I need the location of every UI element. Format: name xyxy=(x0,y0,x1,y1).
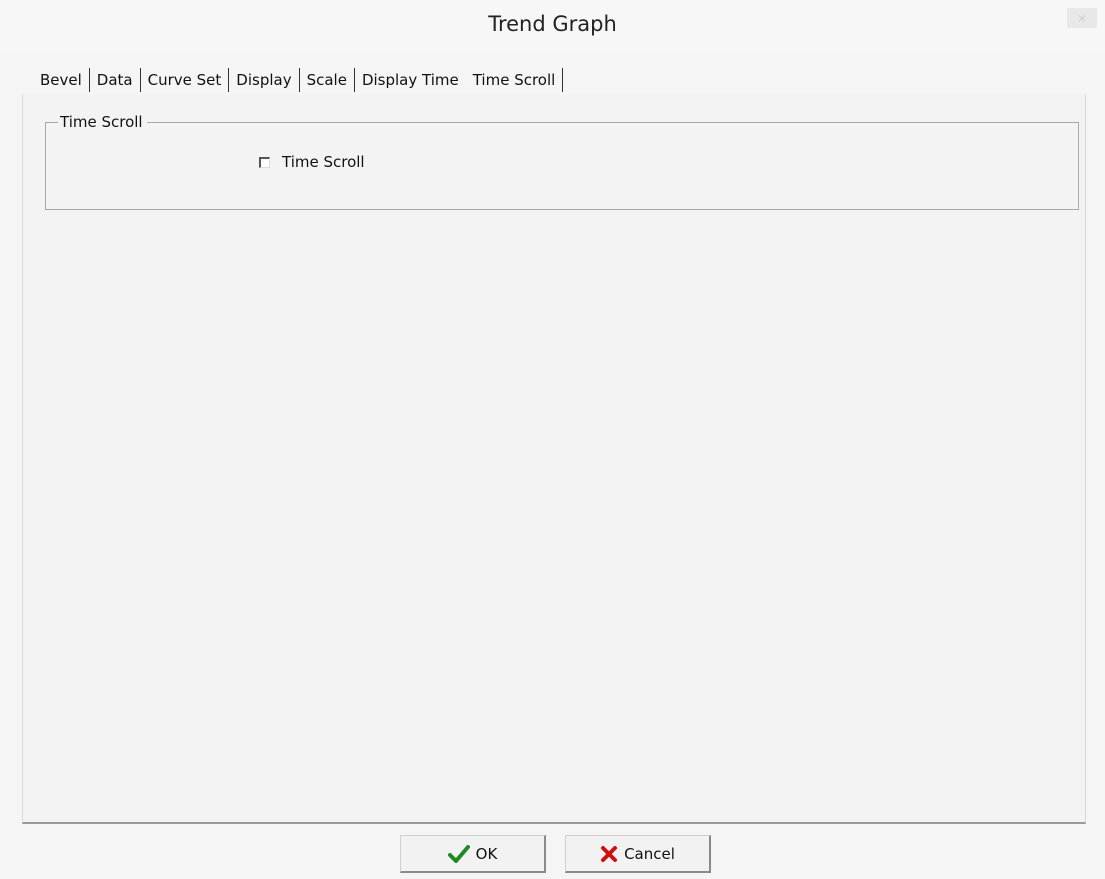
window-title: Trend Graph xyxy=(488,12,617,36)
tab-divider xyxy=(139,68,141,92)
groupbox-title: Time Scroll xyxy=(58,113,147,131)
x-icon xyxy=(601,845,618,862)
tab-curve-set[interactable]: Curve Set xyxy=(142,69,228,91)
trend-graph-dialog: Trend Graph × Bevel Data Curve Set Displ… xyxy=(0,0,1105,879)
tab-display[interactable]: Display xyxy=(230,69,297,91)
ok-button[interactable]: OK xyxy=(400,835,546,873)
tab-scale[interactable]: Scale xyxy=(301,69,353,91)
cancel-button[interactable]: Cancel xyxy=(565,835,711,873)
tab-divider xyxy=(88,68,90,92)
close-button[interactable]: × xyxy=(1067,8,1097,28)
time-scroll-checkbox-label: Time Scroll xyxy=(282,153,365,171)
tab-divider xyxy=(228,68,230,92)
time-scroll-checkbox[interactable] xyxy=(259,156,270,168)
tab-strip: Bevel Data Curve Set Display Scale Displ… xyxy=(34,66,564,94)
tab-divider xyxy=(298,68,300,92)
tab-time-scroll[interactable]: Time Scroll xyxy=(465,69,562,91)
tab-data[interactable]: Data xyxy=(91,69,139,91)
tab-bevel[interactable]: Bevel xyxy=(34,69,88,91)
time-scroll-checkbox-row[interactable]: Time Scroll xyxy=(259,153,365,171)
cancel-button-label: Cancel xyxy=(624,844,675,863)
tab-display-time[interactable]: Display Time xyxy=(356,69,465,91)
tab-divider xyxy=(562,68,564,92)
tab-panel-time-scroll: Time Scroll Time Scroll xyxy=(22,94,1086,824)
checkmark-icon xyxy=(447,844,470,863)
time-scroll-groupbox: Time Scroll Time Scroll xyxy=(45,113,1079,210)
title-bar: Trend Graph × xyxy=(0,0,1105,52)
ok-button-label: OK xyxy=(475,844,498,863)
tab-divider xyxy=(353,68,355,92)
